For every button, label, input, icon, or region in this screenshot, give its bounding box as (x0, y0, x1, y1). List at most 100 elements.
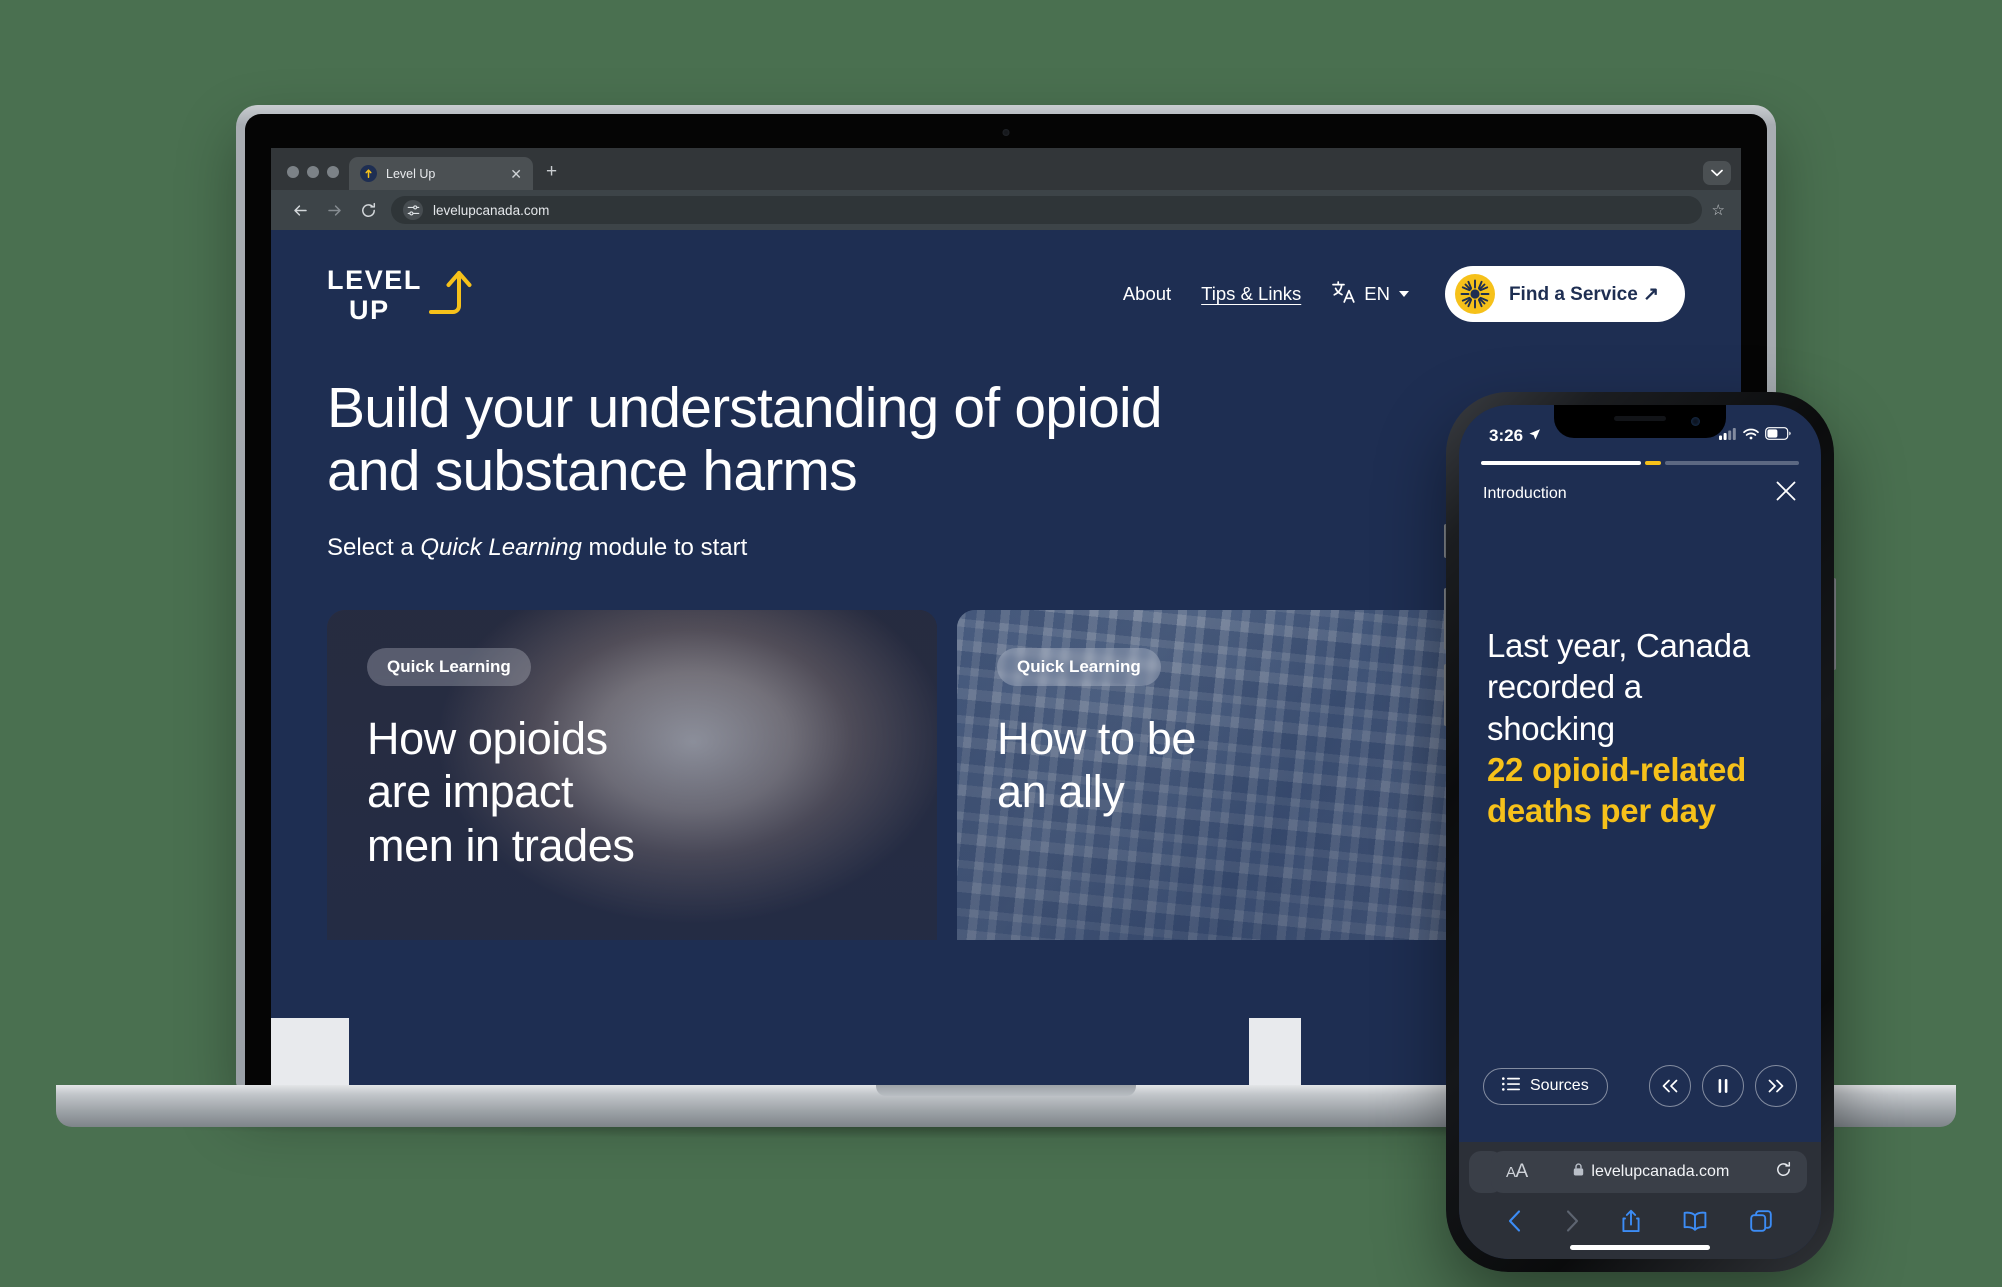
status-bar-left: 3:26 (1489, 426, 1541, 446)
module-header: Introduction (1459, 465, 1821, 507)
site-header: LEVEL UP About Tips & Links EN Find a Se… (271, 230, 1741, 325)
card-title-line-1: How to be (997, 713, 1197, 765)
card-title-line-1: How opioids (367, 713, 608, 765)
find-a-service-label: Find a Service ↗ (1508, 283, 1659, 305)
phone-frame: 3:26 Introduction Last year, Canada reco… (1446, 392, 1834, 1272)
location-arrow-icon (1528, 426, 1541, 446)
nav-link-tips-and-links[interactable]: Tips & Links (1201, 283, 1301, 305)
page-title-line-2: and substance harms (327, 438, 858, 503)
status-badge: Quick Learning (367, 648, 531, 687)
module-card-opioids-men-in-trades[interactable]: Quick Learning How opioids are impact me… (327, 610, 937, 941)
progress-remaining (1665, 461, 1799, 465)
safari-url-display: levelupcanada.com (1573, 1163, 1729, 1181)
list-icon (1502, 1076, 1520, 1096)
module-statement: Last year, Canada recorded a shocking 22… (1487, 625, 1793, 831)
hero-subtitle-emphasis: Quick Learning (420, 534, 582, 562)
site-logo[interactable]: LEVEL UP (327, 263, 477, 325)
chevron-down-icon[interactable] (1703, 161, 1731, 185)
module-statement-highlight-2: deaths per day (1487, 792, 1716, 829)
battery-icon (1765, 427, 1791, 445)
safari-browser-bar: AA levelupcanada.com (1459, 1142, 1821, 1259)
zoom-window-dot[interactable] (327, 166, 339, 178)
module-progress-bar (1459, 457, 1821, 465)
progress-current (1645, 461, 1661, 465)
card-title-line-2: an ally (997, 766, 1125, 818)
reload-button[interactable] (351, 195, 385, 225)
pause-button[interactable] (1702, 1065, 1744, 1107)
card-title-line-3: men in trades (367, 819, 635, 871)
chevron-left-icon[interactable] (1508, 1210, 1522, 1232)
hero-subtitle-before: Select a (327, 534, 421, 562)
phone-screen: 3:26 Introduction Last year, Canada reco… (1459, 405, 1821, 1259)
hero-subtitle-after: module to start (581, 534, 748, 562)
wifi-icon (1743, 427, 1759, 445)
back-button[interactable] (283, 195, 317, 225)
module-player-controls: Sources (1459, 1065, 1821, 1107)
logo-text-level: LEVEL (327, 265, 423, 295)
browser-toolbar: levelupcanada.com ☆ (271, 190, 1741, 230)
safari-address-bar[interactable]: AA levelupcanada.com (1491, 1151, 1807, 1193)
page-title: Build your understanding of opioid and s… (327, 377, 1187, 502)
close-icon[interactable] (1775, 480, 1797, 507)
minimize-window-dot[interactable] (307, 166, 319, 178)
nav-link-about[interactable]: About (1123, 283, 1171, 305)
sources-label: Sources (1530, 1077, 1589, 1094)
close-icon[interactable]: ✕ (510, 167, 522, 181)
browser-tabstrip: Level Up ✕ + (271, 148, 1741, 190)
sources-button[interactable]: Sources (1483, 1067, 1608, 1105)
address-bar-url: levelupcanada.com (433, 202, 550, 218)
window-traffic-lights (279, 166, 349, 190)
status-badge: Quick Learning (997, 648, 1161, 687)
find-a-service-button[interactable]: Find a Service ↗ (1444, 266, 1685, 322)
decorative-strip-left (271, 1018, 349, 1090)
chevron-down-icon (1398, 291, 1409, 297)
module-statement-line-3: shocking (1487, 709, 1615, 747)
reload-icon[interactable] (1775, 1161, 1792, 1183)
safari-url-text: levelupcanada.com (1591, 1163, 1730, 1180)
chevron-right-icon[interactable] (1565, 1210, 1579, 1232)
module-body: Last year, Canada recorded a shocking 22… (1459, 507, 1821, 831)
card-title: How opioids are impact men in trades (367, 712, 897, 871)
phone-mockup: 3:26 Introduction Last year, Canada reco… (1444, 392, 1836, 1272)
translate-icon (1331, 280, 1357, 309)
sunburst-icon (1454, 274, 1495, 314)
text-size-button[interactable]: AA (1506, 1161, 1528, 1183)
decorative-strip-right (1249, 1018, 1301, 1090)
front-camera-icon (1691, 417, 1700, 426)
page-title-line-1: Build your understanding of opioid (327, 376, 1163, 440)
logo-text-up: UP (349, 295, 390, 325)
module-title: Introduction (1483, 484, 1567, 502)
forward-button[interactable] (317, 195, 351, 225)
module-statement-line-2: recorded a (1487, 668, 1642, 706)
up-arrow-icon (360, 165, 377, 182)
bookmark-star-icon[interactable]: ☆ (1712, 201, 1729, 219)
safari-tab-row: AA levelupcanada.com (1469, 1151, 1811, 1197)
address-bar[interactable]: levelupcanada.com (391, 196, 1702, 224)
earpiece-speaker-icon (1614, 416, 1666, 421)
status-bar-right (1719, 427, 1791, 445)
browser-tab-title: Level Up (386, 166, 436, 181)
laptop-camera-icon (1002, 129, 1010, 136)
card-content: Quick Learning How opioids are impact me… (327, 610, 937, 909)
rewind-button[interactable] (1649, 1065, 1691, 1107)
module-statement-line-1: Last year, Canada (1487, 627, 1750, 664)
close-window-dot[interactable] (287, 166, 299, 178)
forward-button[interactable] (1755, 1065, 1797, 1107)
home-indicator (1570, 1245, 1710, 1250)
status-bar-time: 3:26 (1489, 426, 1524, 445)
tabs-icon[interactable] (1750, 1210, 1772, 1232)
playback-buttons (1649, 1065, 1797, 1107)
progress-completed (1481, 461, 1641, 465)
language-selector[interactable]: EN (1331, 280, 1409, 309)
new-tab-button[interactable]: + (533, 162, 570, 190)
module-statement-highlight-1: 22 opioid-related (1487, 750, 1746, 788)
phone-notch (1554, 405, 1726, 438)
curved-up-arrow-icon (400, 263, 477, 326)
book-icon[interactable] (1683, 1211, 1707, 1231)
share-icon[interactable] (1621, 1209, 1641, 1233)
tune-icon[interactable] (403, 200, 423, 220)
browser-tab-level-up[interactable]: Level Up ✕ (349, 157, 533, 190)
site-nav-links: About Tips & Links EN Find a Service ↗ (1123, 266, 1685, 322)
lock-icon (1573, 1163, 1584, 1181)
card-title-line-2: are impact (367, 766, 574, 818)
